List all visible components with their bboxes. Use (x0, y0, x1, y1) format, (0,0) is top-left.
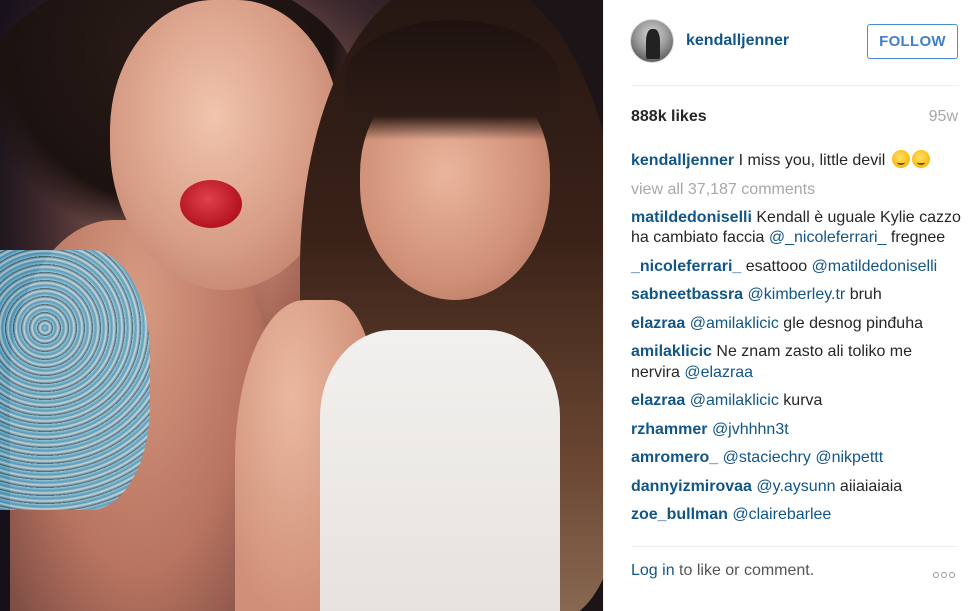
comment-username[interactable]: elazraa (631, 392, 685, 409)
comment-username[interactable]: matildedoniselli (631, 209, 752, 226)
comment-item: matildedoniselli Kendall è uguale Kylie … (631, 208, 961, 249)
likes-row: 888k likes 95w (631, 108, 958, 130)
more-options-icon[interactable] (933, 565, 961, 579)
comment-item: sabneetbassra @kimberley.tr bruh (631, 285, 961, 306)
comment-text-end: kurva (778, 392, 823, 409)
comment-mention[interactable]: @staciechry @nikpettt (723, 449, 884, 466)
comments-list[interactable]: kendalljenner I miss you, little devil v… (631, 150, 961, 536)
comment-mention[interactable]: @elazraa (684, 364, 753, 381)
comment-mention[interactable]: @kimberley.tr (748, 286, 846, 303)
comment-mention[interactable]: @amilaklicic (690, 392, 779, 409)
avatar-figure (646, 29, 660, 59)
caption-text: I miss you, little devil (734, 152, 890, 169)
comment-mention[interactable]: @amilaklicic (690, 315, 779, 332)
likes-count[interactable]: 888k likes (631, 108, 707, 126)
comment-username[interactable]: amromero_ (631, 449, 718, 466)
header-username[interactable]: kendalljenner (686, 32, 789, 50)
comment-username[interactable]: rzhammer (631, 421, 707, 438)
comment-item: elazraa @amilaklicic kurva (631, 391, 961, 412)
comment-item: amromero_ @staciechry @nikpettt (631, 448, 961, 469)
comment-item: _nicoleferrari_ esattooo @matildedonisel… (631, 257, 961, 278)
comment-text-end: gle desnog pinđuha (778, 314, 923, 332)
comment-username[interactable]: elazraa (631, 315, 685, 332)
post-age[interactable]: 95w (929, 108, 958, 126)
login-prompt-text: to like or comment. (674, 562, 815, 579)
login-link[interactable]: Log in (631, 562, 675, 579)
comment-mention[interactable]: @clairebarlee (732, 506, 831, 523)
comment-item: amilaklicic Ne znam zasto ali toliko me … (631, 342, 961, 383)
comment-text-end: bruh (845, 286, 882, 303)
follow-button[interactable]: FOLLOW (867, 24, 958, 59)
comment-mention[interactable]: @matildedoniselli (812, 258, 938, 275)
comment-mention[interactable]: @y.aysunn (756, 478, 835, 495)
comment-username[interactable]: _nicoleferrari_ (631, 258, 741, 275)
kissing-face-emoji-icon (911, 150, 930, 168)
comment-username[interactable]: sabneetbassra (631, 286, 743, 303)
post-footer: Log in to like or comment. (631, 562, 961, 586)
smiling-face-emoji-icon (891, 150, 910, 168)
comment-username[interactable]: amilaklicic (631, 343, 712, 360)
comment-text-end: fregnee (886, 229, 946, 246)
post-photo (0, 0, 603, 611)
photo-necklace (0, 250, 150, 510)
caption-username[interactable]: kendalljenner (631, 152, 734, 169)
photo-shirt (320, 330, 560, 611)
post-sidebar: kendalljenner FOLLOW 888k likes 95w kend… (603, 0, 980, 611)
view-all-comments-link[interactable]: view all 37,187 comments (631, 180, 961, 200)
footer-divider (631, 546, 958, 547)
comment-mention[interactable]: @jvhhhn3t (712, 421, 789, 438)
comment-username[interactable]: dannyizmirovaa (631, 478, 752, 495)
comment-mention[interactable]: @_nicoleferrari_ (769, 229, 887, 246)
comment-text: esattooo (741, 257, 812, 275)
comment-item: rzhammer @jvhhhn3t (631, 420, 961, 441)
comment-item: dannyizmirovaa @y.aysunn aiiaiaiaia (631, 477, 961, 498)
caption: kendalljenner I miss you, little devil (631, 150, 961, 172)
photo-lips (180, 180, 242, 228)
header-divider (631, 85, 959, 86)
photo-bangs (345, 20, 560, 140)
comment-username[interactable]: zoe_bullman (631, 506, 728, 523)
comment-text-end: aiiaiaiaia (835, 477, 903, 495)
comment-item: zoe_bullman @clairebarlee (631, 505, 961, 526)
post-header: kendalljenner FOLLOW (604, 0, 980, 86)
avatar[interactable] (630, 19, 674, 63)
comment-item: elazraa @amilaklicic gle desnog pinđuha (631, 314, 961, 335)
